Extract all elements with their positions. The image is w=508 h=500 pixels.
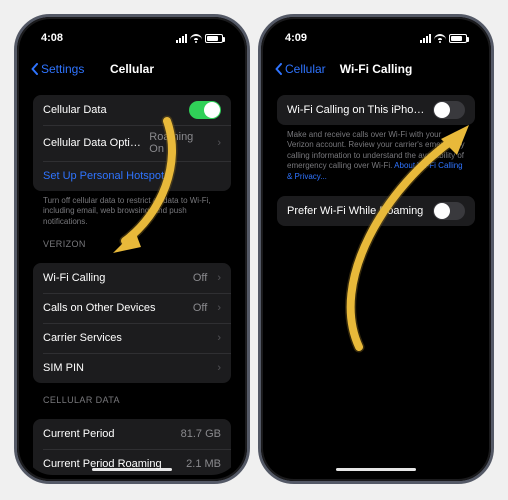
chevron-left-icon [275, 63, 283, 75]
back-label: Settings [41, 62, 84, 76]
home-indicator[interactable] [92, 468, 172, 471]
row-wifi-calling[interactable]: Wi-Fi Calling Off › [33, 263, 231, 293]
row-sim-pin[interactable]: SIM PIN › [33, 353, 231, 383]
toggle-cellular-data[interactable] [189, 101, 221, 119]
status-indicators [176, 34, 223, 43]
value: 2.1 MB [186, 458, 221, 470]
battery-icon [449, 34, 467, 43]
label: Set Up Personal Hotspot [43, 170, 221, 182]
value: 81.7 GB [181, 428, 221, 440]
group-prefer-roaming: Prefer Wi-Fi While Roaming [277, 196, 475, 226]
label: SIM PIN [43, 362, 207, 374]
chevron-left-icon [31, 63, 39, 75]
toggle-prefer-roaming[interactable] [433, 202, 465, 220]
screen: 4:08 Settings Cellular Cellular [23, 23, 241, 475]
back-label: Cellular [285, 62, 326, 76]
nav-bar: Cellular Wi-Fi Calling [267, 53, 485, 85]
label: Prefer Wi-Fi While Roaming [287, 205, 425, 217]
nav-bar: Settings Cellular [23, 53, 241, 85]
chevron-right-icon: › [217, 137, 221, 149]
value: Off [193, 302, 207, 314]
value: Off [193, 272, 207, 284]
label: Cellular Data Options [43, 137, 141, 149]
settings-content[interactable]: Wi-Fi Calling on This iPhone Make and re… [267, 85, 485, 475]
row-current-period-roaming[interactable]: Current Period Roaming 2.1 MB [33, 449, 231, 475]
chevron-right-icon: › [217, 302, 221, 314]
row-personal-hotspot[interactable]: Set Up Personal Hotspot [33, 161, 231, 191]
stage: 4:08 Settings Cellular Cellular [0, 0, 508, 500]
home-indicator[interactable] [336, 468, 416, 471]
phone-cellular: 4:08 Settings Cellular Cellular [14, 14, 250, 484]
row-carrier-services[interactable]: Carrier Services › [33, 323, 231, 353]
group-carrier: Wi-Fi Calling Off › Calls on Other Devic… [33, 263, 231, 383]
chevron-right-icon: › [217, 332, 221, 344]
group-data: Current Period 81.7 GB Current Period Ro… [33, 419, 231, 475]
chevron-right-icon: › [217, 362, 221, 374]
wifi-icon [434, 34, 446, 43]
row-calls-other-devices[interactable]: Calls on Other Devices Off › [33, 293, 231, 323]
section-header-carrier: VERIZON [33, 227, 231, 253]
label: Carrier Services [43, 332, 207, 344]
label: Wi-Fi Calling on This iPhone [287, 104, 425, 116]
row-cellular-data[interactable]: Cellular Data [33, 95, 231, 125]
label: Current Period [43, 428, 173, 440]
row-cellular-data-options[interactable]: Cellular Data Options Roaming On › [33, 125, 231, 161]
battery-icon [205, 34, 223, 43]
section-header-data: CELLULAR DATA [33, 383, 231, 409]
page-title: Cellular [110, 62, 154, 76]
page-title: Wi-Fi Calling [340, 62, 413, 76]
phone-wifi-calling: 4:09 Cellular Wi-Fi Calling Wi-F [258, 14, 494, 484]
back-button[interactable]: Settings [31, 62, 110, 76]
group-footer: Turn off cellular data to restrict all d… [33, 191, 231, 227]
label: Wi-Fi Calling [43, 272, 185, 284]
notch [326, 20, 426, 42]
settings-content[interactable]: Cellular Data Cellular Data Options Roam… [23, 85, 241, 475]
status-time: 4:08 [41, 32, 63, 44]
wifi-icon [190, 34, 202, 43]
screen: 4:09 Cellular Wi-Fi Calling Wi-F [267, 23, 485, 475]
value: Roaming On [149, 131, 207, 155]
label: Cellular Data [43, 104, 181, 116]
row-wifi-calling-on-this-iphone[interactable]: Wi-Fi Calling on This iPhone [277, 95, 475, 125]
label: Calls on Other Devices [43, 302, 185, 314]
row-current-period[interactable]: Current Period 81.7 GB [33, 419, 231, 449]
group-cellular: Cellular Data Cellular Data Options Roam… [33, 95, 231, 191]
group-wifi-calling-main: Wi-Fi Calling on This iPhone [277, 95, 475, 125]
status-time: 4:09 [285, 32, 307, 44]
toggle-wifi-calling[interactable] [433, 101, 465, 119]
status-indicators [420, 34, 467, 43]
chevron-right-icon: › [217, 272, 221, 284]
back-button[interactable]: Cellular [275, 62, 340, 76]
group-footer: Make and receive calls over Wi-Fi with y… [277, 125, 475, 182]
notch [82, 20, 182, 42]
row-prefer-wifi-roaming[interactable]: Prefer Wi-Fi While Roaming [277, 196, 475, 226]
